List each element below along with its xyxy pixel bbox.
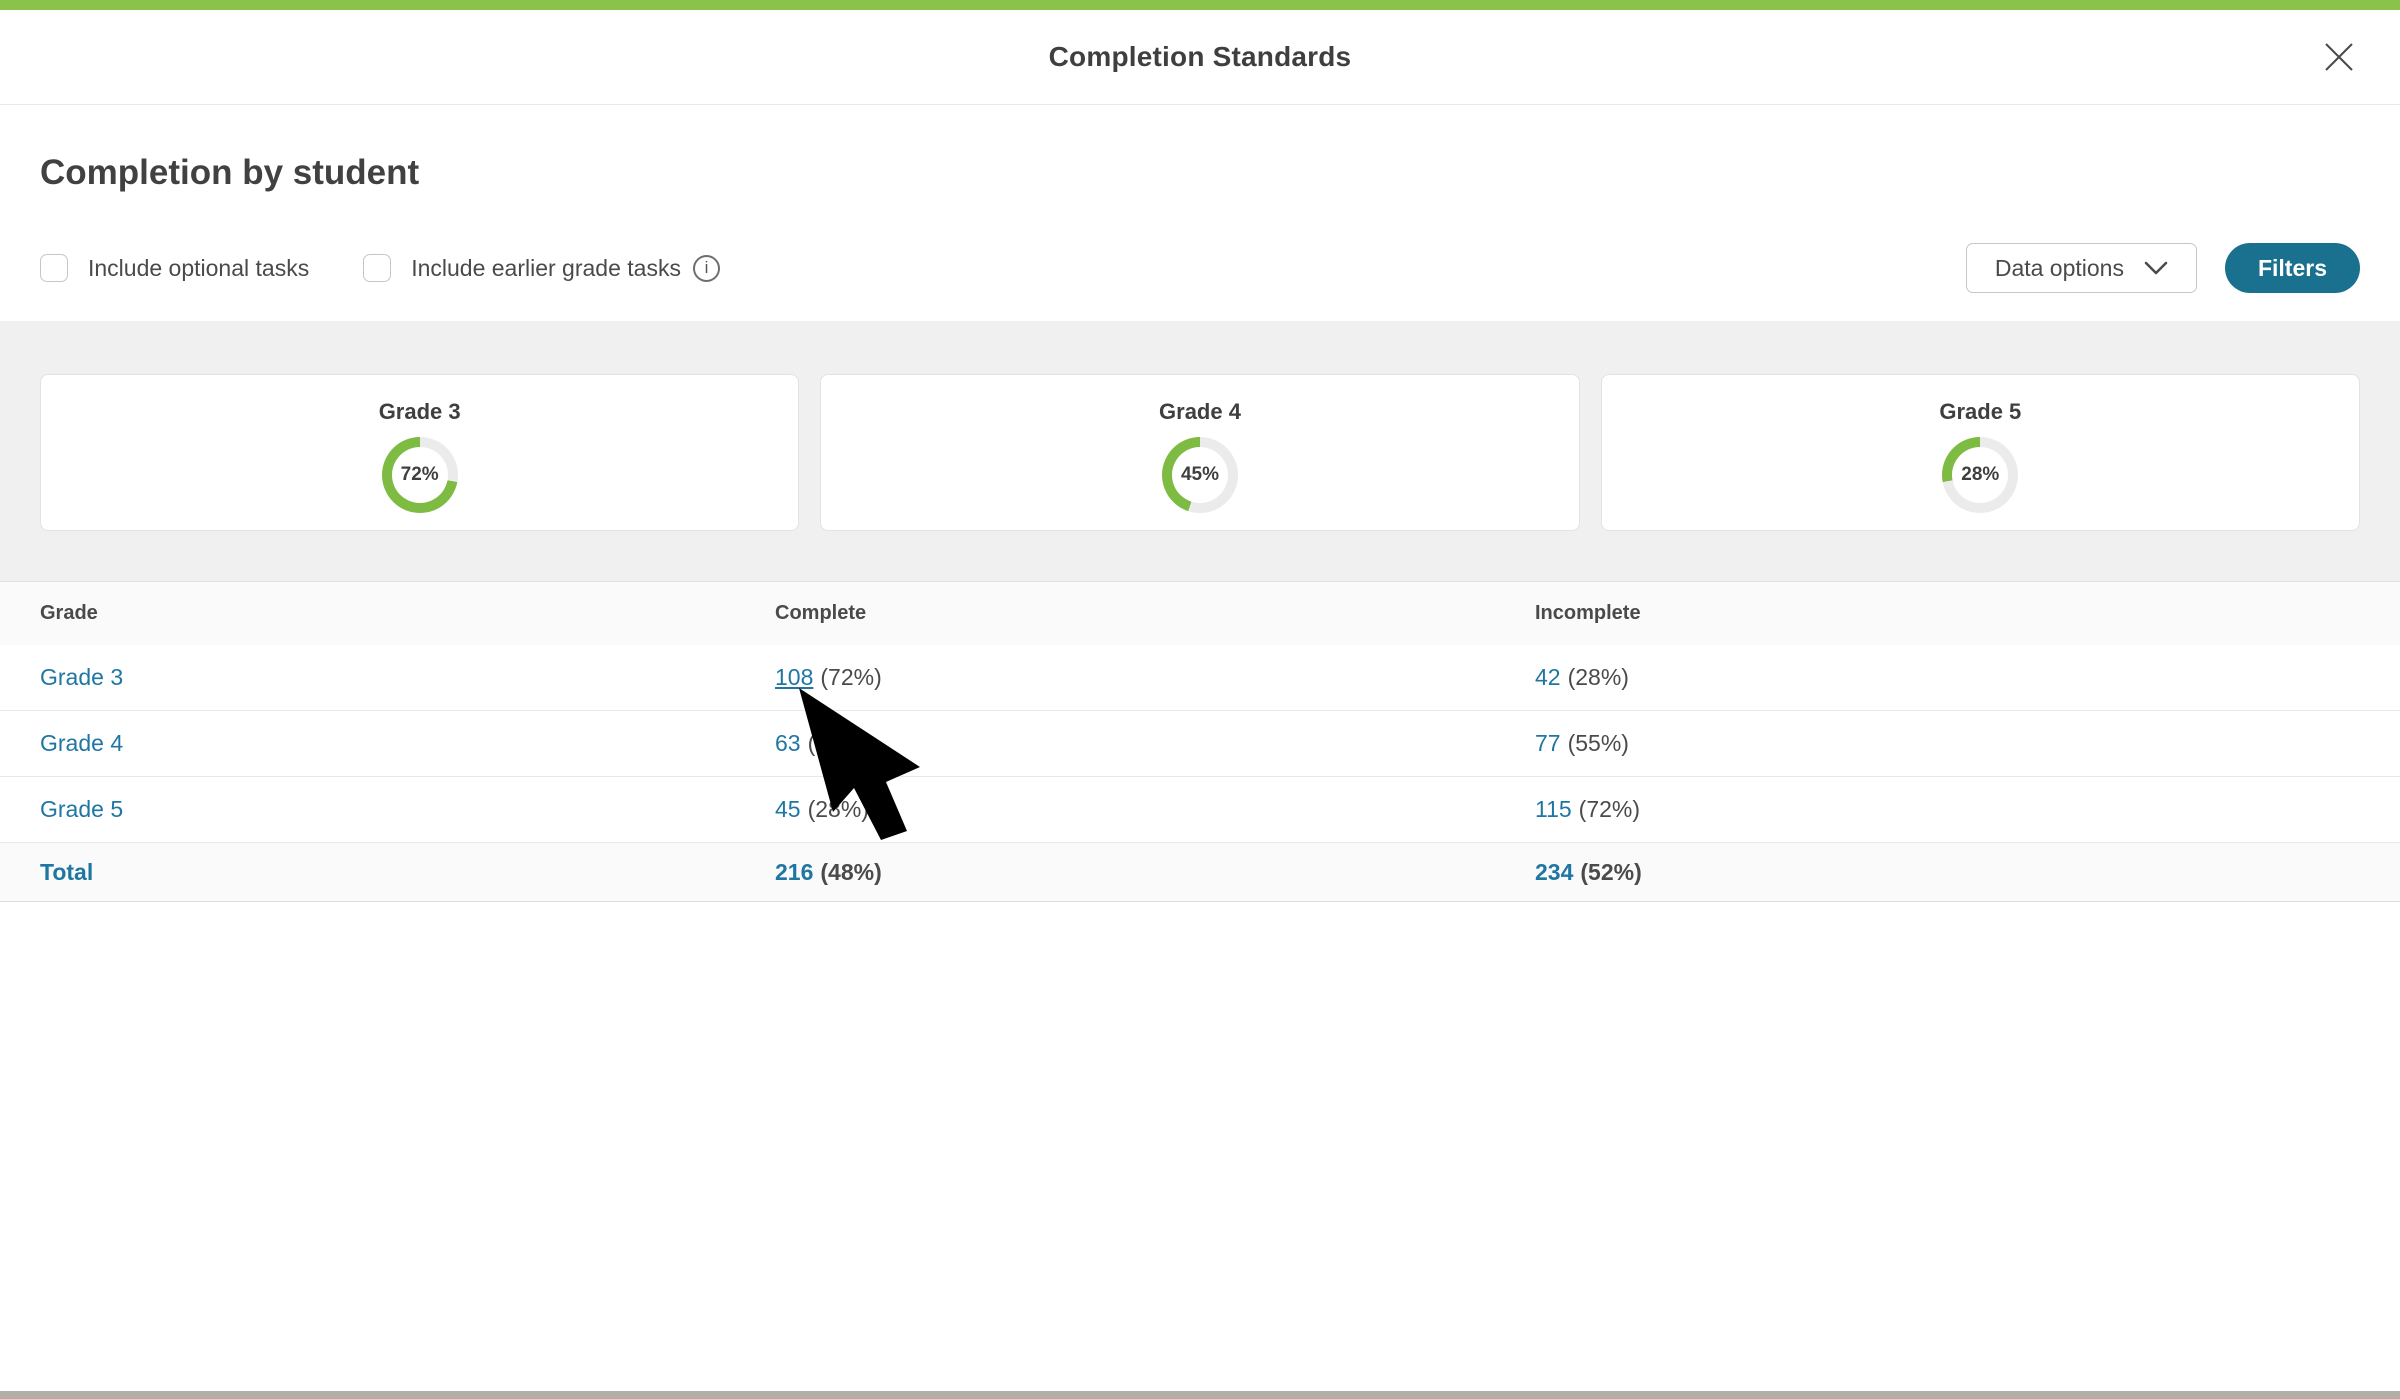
grade-4-donut-chart: 45% bbox=[1162, 437, 1238, 513]
grade-card-title: Grade 3 bbox=[41, 399, 798, 425]
grade-3-incomplete-pct: (28%) bbox=[1568, 664, 1629, 690]
table-total-row: Total 216 (48%) 234 (52%) bbox=[0, 843, 2400, 902]
info-icon[interactable]: i bbox=[693, 255, 720, 282]
donut-percent-label: 28% bbox=[1961, 464, 1999, 486]
include-optional-tasks-label: Include optional tasks bbox=[88, 255, 309, 282]
grade-3-complete-pct: (72%) bbox=[820, 664, 881, 690]
table-header-row: Grade Complete Incomplete bbox=[0, 581, 2400, 645]
chevron-down-icon bbox=[2144, 261, 2168, 275]
grade-card-title: Grade 4 bbox=[821, 399, 1578, 425]
controls-row: Include optional tasks Include earlier g… bbox=[40, 243, 2360, 293]
grade-5-incomplete-count-link[interactable]: 115 bbox=[1535, 796, 1572, 822]
filters-button[interactable]: Filters bbox=[2225, 243, 2360, 293]
completion-table: Grade Complete Incomplete Grade 3 108 (72… bbox=[0, 581, 2400, 902]
grade-3-incomplete-count-link[interactable]: 42 bbox=[1535, 664, 1561, 690]
grade-cards-band: Grade 3 72% Grade 4 45% Grade 5 28% bbox=[0, 321, 2400, 581]
include-earlier-grade-tasks-checkbox[interactable] bbox=[363, 254, 391, 282]
total-complete-count-link[interactable]: 216 bbox=[775, 859, 813, 885]
grade-3-complete-count-link[interactable]: 108 bbox=[775, 664, 813, 690]
total-label: Total bbox=[40, 859, 93, 885]
total-incomplete-count-link[interactable]: 234 bbox=[1535, 859, 1573, 885]
grade-card-4: Grade 4 45% bbox=[820, 374, 1579, 531]
data-options-label: Data options bbox=[1995, 255, 2124, 282]
close-button[interactable] bbox=[2322, 40, 2356, 74]
grade-4-complete-count-link[interactable]: 63 bbox=[775, 730, 801, 756]
page-title: Completion by student bbox=[40, 105, 2360, 193]
table-row-grade-3: Grade 3 108 (72%) 42 (28%) bbox=[0, 645, 2400, 711]
grade-card-5: Grade 5 28% bbox=[1601, 374, 2360, 531]
table-row-grade-4: Grade 4 63 (45%) 77 (55%) bbox=[0, 711, 2400, 777]
grade-5-complete-count-link[interactable]: 45 bbox=[775, 796, 801, 822]
grade-4-incomplete-count-link[interactable]: 77 bbox=[1535, 730, 1561, 756]
total-complete-pct: (48%) bbox=[820, 859, 881, 885]
column-header-incomplete: Incomplete bbox=[1535, 602, 2400, 625]
donut-percent-label: 72% bbox=[401, 464, 439, 486]
grade-4-link[interactable]: Grade 4 bbox=[40, 730, 123, 756]
grade-4-complete-pct: (45%) bbox=[808, 730, 869, 756]
grade-5-donut-chart: 28% bbox=[1942, 437, 2018, 513]
column-header-grade: Grade bbox=[40, 602, 775, 625]
modal-title: Completion Standards bbox=[1049, 41, 1352, 73]
include-earlier-grade-tasks-label: Include earlier grade tasks bbox=[411, 255, 681, 282]
bottom-edge-bar bbox=[0, 1391, 2400, 1399]
grade-3-donut-chart: 72% bbox=[382, 437, 458, 513]
include-optional-tasks-checkbox[interactable] bbox=[40, 254, 68, 282]
grade-3-link[interactable]: Grade 3 bbox=[40, 664, 123, 690]
grade-4-incomplete-pct: (55%) bbox=[1568, 730, 1629, 756]
top-accent-bar bbox=[0, 0, 2400, 10]
total-incomplete-pct: (52%) bbox=[1580, 859, 1641, 885]
column-header-complete: Complete bbox=[775, 602, 1535, 625]
close-icon bbox=[2322, 40, 2356, 74]
include-earlier-grade-tasks-group: Include earlier grade tasks i bbox=[363, 254, 720, 282]
donut-percent-label: 45% bbox=[1181, 464, 1219, 486]
grade-5-link[interactable]: Grade 5 bbox=[40, 796, 123, 822]
grade-5-complete-pct: (28%) bbox=[808, 796, 869, 822]
grade-card-title: Grade 5 bbox=[1602, 399, 2359, 425]
grade-5-incomplete-pct: (72%) bbox=[1579, 796, 1640, 822]
include-optional-tasks-group: Include optional tasks bbox=[40, 254, 309, 282]
grade-card-3: Grade 3 72% bbox=[40, 374, 799, 531]
table-row-grade-5: Grade 5 45 (28%) 115 (72%) bbox=[0, 777, 2400, 843]
data-options-dropdown[interactable]: Data options bbox=[1966, 243, 2197, 293]
modal-header: Completion Standards bbox=[0, 10, 2400, 105]
